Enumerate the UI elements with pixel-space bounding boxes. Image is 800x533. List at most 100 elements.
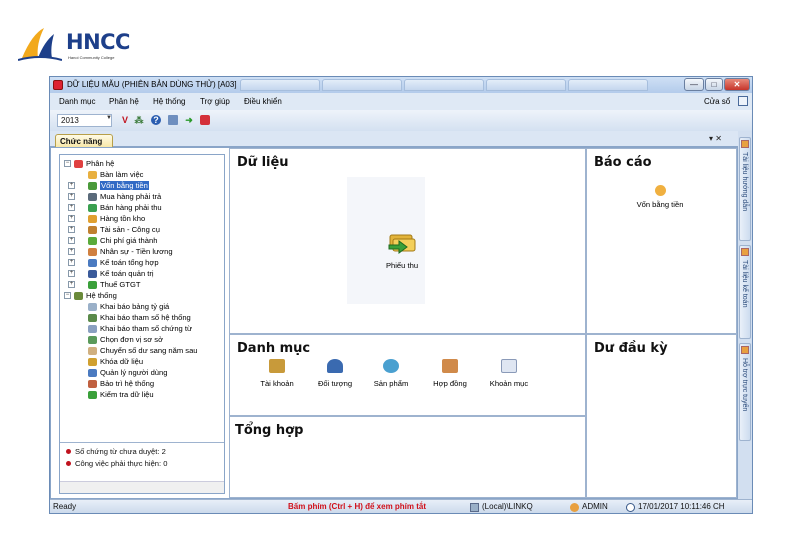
year-value: 2013 xyxy=(61,116,79,125)
menu-bar: Danh mục Phân hệ Hệ thống Trợ giúp Điều … xyxy=(50,93,752,110)
tree-item-khoa-du-lieu[interactable]: Khóa dữ liệu xyxy=(78,357,218,367)
close-button[interactable]: ✕ xyxy=(724,78,750,91)
item-hop-dong[interactable]: Hợp đồng xyxy=(425,359,475,388)
status-datetime: 17/01/2017 10:11:46 CH xyxy=(638,502,725,511)
org-unit-icon xyxy=(88,336,97,344)
tree-item-von-bang-tien[interactable]: + Vốn bằng tiền xyxy=(68,181,218,191)
book-icon xyxy=(741,140,749,148)
year-select[interactable]: 2013 ▼ xyxy=(57,114,112,127)
expand-icon[interactable]: + xyxy=(68,281,75,288)
item-tai-khoan[interactable]: Tài khoản xyxy=(252,359,302,388)
support-icon xyxy=(741,346,749,354)
tree-item-tham-so-he-thong[interactable]: Khai báo tham số hệ thống xyxy=(78,313,218,323)
tree-item-tai-san[interactable]: + Tài sản - Công cụ xyxy=(68,225,218,235)
chevron-down-icon: ▼ xyxy=(106,115,112,121)
tree-item-ban-hang[interactable]: + Bán hàng phải thu xyxy=(68,203,218,213)
dock-tab-tai-lieu-huong-dan[interactable]: Tài liệu hướng dẫn xyxy=(739,137,751,241)
expand-icon[interactable]: + xyxy=(68,215,75,222)
sail-logo-icon xyxy=(18,28,62,61)
item-san-pham[interactable]: Sản phẩm xyxy=(366,359,416,388)
tree-item-ty-gia[interactable]: Khai báo bảng tỷ giá xyxy=(78,302,218,312)
expand-icon[interactable]: + xyxy=(68,182,75,189)
tab-controls[interactable]: ▾ ✕ xyxy=(709,134,722,143)
calc-icon[interactable] xyxy=(168,115,178,125)
help-icon[interactable]: ? xyxy=(151,115,161,125)
background-tab[interactable] xyxy=(240,79,320,91)
list-doc-icon xyxy=(501,359,517,373)
window-restore-icon[interactable] xyxy=(738,96,748,106)
maximize-button[interactable]: □ xyxy=(705,78,723,91)
tree-item-bao-tri[interactable]: Bảo trì hệ thống xyxy=(78,379,218,389)
tree-item-thue-gtgt[interactable]: + Thuế GTGT xyxy=(68,280,218,290)
box-icon xyxy=(88,215,97,223)
tree-item-don-vi[interactable]: Chọn đơn vị sơ sở xyxy=(78,335,218,345)
item-doi-tuong[interactable]: Đối tượng xyxy=(310,359,360,388)
document-icon xyxy=(88,325,97,333)
dock-tab-tai-lieu-ke-toan[interactable]: Tài liệu kế toán xyxy=(739,245,751,339)
menu-dieu-khien[interactable]: Điều khiển xyxy=(244,97,282,106)
dock-tab-ho-tro[interactable]: Hỗ trợ trực tuyến xyxy=(739,343,751,441)
menu-tro-giup[interactable]: Trợ giúp xyxy=(200,97,230,106)
expand-icon[interactable]: + xyxy=(68,259,75,266)
maintenance-icon xyxy=(88,380,97,388)
menu-phan-he[interactable]: Phân hệ xyxy=(109,97,139,106)
tree-item-ban-lam-viec[interactable]: Bàn làm việc xyxy=(78,170,218,180)
manager-icon xyxy=(88,270,97,278)
section-title: Dư đầu kỳ xyxy=(594,341,668,356)
item-bao-cao-von-bang-tien[interactable]: Vốn bằng tiền xyxy=(625,185,695,209)
minimize-button[interactable]: — xyxy=(684,78,704,91)
tree-root-phan-he[interactable]: − Phân hệ xyxy=(64,159,214,169)
tree-item-ke-toan-tong-hop[interactable]: + Kế toán tổng hợp xyxy=(68,258,218,268)
cart-icon xyxy=(88,193,97,201)
section-du-lieu: Dữ liệu Phiếu thu xyxy=(229,148,586,334)
shortcut-hint: Bấm phím (Ctrl + H) để xem phím tắt xyxy=(288,502,427,511)
tree-item-nguoi-dung[interactable]: Quản lý người dùng xyxy=(78,368,218,378)
background-tab[interactable] xyxy=(404,79,484,91)
menu-he-thong[interactable]: Hệ thống xyxy=(153,97,185,106)
export-icon[interactable]: ➜ xyxy=(184,115,194,125)
v-icon[interactable]: V xyxy=(120,115,130,125)
collapse-icon[interactable]: − xyxy=(64,160,71,167)
expand-icon[interactable]: + xyxy=(68,270,75,277)
expand-icon[interactable]: + xyxy=(68,237,75,244)
background-tab[interactable] xyxy=(322,79,402,91)
menu-cua-so[interactable]: Cửa sổ xyxy=(704,97,730,106)
pending-docs[interactable]: Số chứng từ chưa duyệt: 2 xyxy=(66,447,166,456)
window-title: DỮ LIỆU MẪU (PHIÊN BẢN DÙNG THỬ) [A03] xyxy=(67,80,237,89)
pending-jobs[interactable]: Công việc phải thực hiện: 0 xyxy=(66,459,167,468)
item-phieu-thu[interactable]: Phiếu thu xyxy=(380,231,424,270)
tree-root-he-thong[interactable]: − Hệ thống xyxy=(64,291,214,301)
background-tab[interactable] xyxy=(486,79,566,91)
check-icon xyxy=(88,391,97,399)
tab-strip: Chức năng ▾ ✕ xyxy=(50,131,738,147)
tab-chuc-nang[interactable]: Chức năng xyxy=(55,134,113,147)
exit-icon[interactable] xyxy=(200,115,210,125)
tree-item-tham-so-chung-tu[interactable]: Khai báo tham số chứng từ xyxy=(78,324,218,334)
tree-icon[interactable]: ⁂ xyxy=(134,115,144,125)
tree-item-nhan-su[interactable]: + Nhân sự - Tiền lương xyxy=(68,247,218,257)
horizontal-scrollbar[interactable] xyxy=(60,481,224,493)
status-bar: Ready Bấm phím (Ctrl + H) để xem phím tắ… xyxy=(50,499,752,513)
dollar-icon xyxy=(88,204,97,212)
tree-item-ke-toan-quan-tri[interactable]: + Kế toán quản trị xyxy=(68,269,218,279)
ledger-icon xyxy=(88,259,97,267)
expand-icon[interactable]: + xyxy=(68,193,75,200)
tree-item-mua-hang[interactable]: + Mua hàng phải trả xyxy=(68,192,218,202)
item-khoan-muc[interactable]: Khoản mục xyxy=(481,359,537,388)
right-dock: Tài liệu hướng dẫn Tài liệu kế toán Hỗ t… xyxy=(738,131,752,499)
function-tree: − Phân hệ Bàn làm việc + Vốn bằng tiền +… xyxy=(60,155,224,443)
status-ready: Ready xyxy=(53,502,77,511)
collapse-icon[interactable]: − xyxy=(64,292,71,299)
tree-item-chi-phi[interactable]: + Chi phí giá thành xyxy=(68,236,218,246)
tree-item-hang-ton-kho[interactable]: + Hàng tồn kho xyxy=(68,214,218,224)
section-title: Báo cáo xyxy=(594,155,652,170)
handshake-icon xyxy=(442,359,458,373)
tree-item-chuyen-so-du[interactable]: Chuyển số dư sang năm sau xyxy=(78,346,218,356)
tree-item-kiem-tra[interactable]: Kiểm tra dữ liệu xyxy=(78,390,218,400)
expand-icon[interactable]: + xyxy=(68,248,75,255)
expand-icon[interactable]: + xyxy=(68,204,75,211)
expand-icon[interactable]: + xyxy=(68,226,75,233)
background-tab[interactable] xyxy=(568,79,648,91)
section-danh-muc: Danh mục Tài khoản Đối tượng Sản phẩm Hợ… xyxy=(229,334,586,416)
menu-danh-muc[interactable]: Danh mục xyxy=(59,97,95,106)
